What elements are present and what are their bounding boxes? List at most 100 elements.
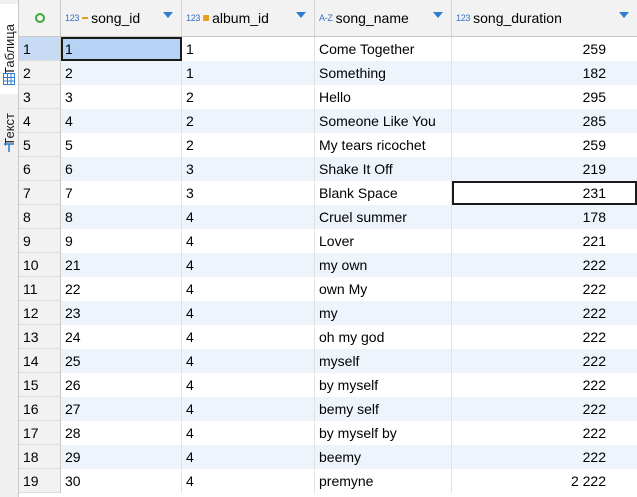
cell-song-duration[interactable]: 222 — [452, 349, 637, 373]
cell-song-name[interactable]: Cruel summer — [315, 205, 452, 229]
cell-song-id[interactable]: 7 — [61, 181, 182, 205]
cell-album-id[interactable]: 4 — [182, 253, 315, 277]
row-number[interactable]: 16 — [19, 397, 61, 421]
cell-album-id[interactable]: 2 — [182, 109, 315, 133]
table-row[interactable]: 18 29 4 beemy 222 — [19, 445, 637, 469]
cell-song-duration[interactable]: 259 — [452, 37, 637, 61]
cell-song-name[interactable]: Something — [315, 61, 452, 85]
cell-song-id[interactable]: 30 — [61, 469, 182, 493]
column-header-song-id[interactable]: 123 song_id — [61, 0, 182, 36]
column-header-song-name[interactable]: A-Z song_name — [315, 0, 452, 36]
column-header-album-id[interactable]: 123 album_id — [182, 0, 315, 36]
cell-song-name[interactable]: by myself — [315, 373, 452, 397]
cell-song-name[interactable]: My tears ricochet — [315, 133, 452, 157]
cell-song-name[interactable]: by myself by — [315, 421, 452, 445]
row-number[interactable]: 13 — [19, 325, 61, 349]
cell-song-id[interactable]: 29 — [61, 445, 182, 469]
cell-song-id[interactable]: 26 — [61, 373, 182, 397]
sort-filter-icon[interactable] — [619, 12, 629, 18]
cell-song-name[interactable]: Come Together — [315, 37, 452, 61]
cell-song-duration[interactable]: 182 — [452, 61, 637, 85]
table-row[interactable]: 14 25 4 myself 222 — [19, 349, 637, 373]
row-number[interactable]: 17 — [19, 421, 61, 445]
cell-song-id[interactable]: 25 — [61, 349, 182, 373]
table-row[interactable]: 13 24 4 oh my god 222 — [19, 325, 637, 349]
row-number[interactable]: 19 — [19, 469, 61, 493]
cell-song-name[interactable]: premyne — [315, 469, 452, 493]
cell-song-id[interactable]: 24 — [61, 325, 182, 349]
table-row[interactable]: 7 7 3 Blank Space 231 — [19, 181, 637, 205]
cell-song-name[interactable]: own My — [315, 277, 452, 301]
cell-song-name[interactable]: bemy self — [315, 397, 452, 421]
cell-album-id[interactable]: 4 — [182, 205, 315, 229]
cell-song-duration[interactable]: 221 — [452, 229, 637, 253]
cell-song-duration[interactable]: 2 222 — [452, 469, 637, 493]
sort-filter-icon[interactable] — [296, 12, 306, 18]
cell-song-duration[interactable]: 222 — [452, 445, 637, 469]
cell-song-duration[interactable]: 222 — [452, 373, 637, 397]
table-row[interactable]: 19 30 4 premyne 2 222 — [19, 469, 637, 493]
row-number[interactable]: 4 — [19, 109, 61, 133]
table-row[interactable]: 11 22 4 own My 222 — [19, 277, 637, 301]
cell-song-id[interactable]: 5 — [61, 133, 182, 157]
column-header-song-duration[interactable]: 123 song_duration — [452, 0, 637, 36]
cell-song-duration[interactable]: 222 — [452, 277, 637, 301]
table-row[interactable]: 5 5 2 My tears ricochet 259 — [19, 133, 637, 157]
cell-song-duration[interactable]: 222 — [452, 325, 637, 349]
table-row[interactable]: 17 28 4 by myself by 222 — [19, 421, 637, 445]
cell-song-id[interactable]: 6 — [61, 157, 182, 181]
cell-song-id[interactable]: 3 — [61, 85, 182, 109]
cell-song-name[interactable]: Someone Like You — [315, 109, 452, 133]
cell-song-name[interactable]: myself — [315, 349, 452, 373]
row-number[interactable]: 8 — [19, 205, 61, 229]
cell-album-id[interactable]: 2 — [182, 85, 315, 109]
table-row[interactable]: 9 9 4 Lover 221 — [19, 229, 637, 253]
cell-album-id[interactable]: 4 — [182, 445, 315, 469]
cell-album-id[interactable]: 4 — [182, 421, 315, 445]
sort-filter-icon[interactable] — [433, 12, 443, 18]
cell-album-id[interactable]: 4 — [182, 229, 315, 253]
cell-song-duration[interactable]: 219 — [452, 157, 637, 181]
cell-song-name[interactable]: Blank Space — [315, 181, 452, 205]
cell-song-duration[interactable]: 222 — [452, 253, 637, 277]
cell-song-duration[interactable]: 222 — [452, 421, 637, 445]
cell-song-duration[interactable]: 295 — [452, 85, 637, 109]
table-row[interactable]: 6 6 3 Shake It Off 219 — [19, 157, 637, 181]
table-row[interactable]: 10 21 4 my own 222 — [19, 253, 637, 277]
cell-album-id[interactable]: 4 — [182, 349, 315, 373]
cell-song-id[interactable]: 9 — [61, 229, 182, 253]
row-number[interactable]: 18 — [19, 445, 61, 469]
cell-song-duration[interactable]: 222 — [452, 301, 637, 325]
cell-song-duration[interactable]: 259 — [452, 133, 637, 157]
table-row[interactable]: 16 27 4 bemy self 222 — [19, 397, 637, 421]
cell-album-id[interactable]: 4 — [182, 469, 315, 493]
row-number[interactable]: 15 — [19, 373, 61, 397]
cell-song-duration[interactable]: 178 — [452, 205, 637, 229]
cell-album-id[interactable]: 1 — [182, 37, 315, 61]
cell-song-name[interactable]: Lover — [315, 229, 452, 253]
table-row[interactable]: 8 8 4 Cruel summer 178 — [19, 205, 637, 229]
row-number[interactable]: 14 — [19, 349, 61, 373]
cell-album-id[interactable]: 2 — [182, 133, 315, 157]
select-all-corner[interactable] — [19, 0, 61, 36]
cell-song-id[interactable]: 8 — [61, 205, 182, 229]
cell-album-id[interactable]: 4 — [182, 301, 315, 325]
table-row[interactable]: 3 3 2 Hello 295 — [19, 85, 637, 109]
cell-song-duration[interactable]: 231 — [452, 181, 637, 205]
cell-song-name[interactable]: beemy — [315, 445, 452, 469]
cell-album-id[interactable]: 3 — [182, 157, 315, 181]
table-row[interactable]: 4 4 2 Someone Like You 285 — [19, 109, 637, 133]
cell-song-duration[interactable]: 285 — [452, 109, 637, 133]
cell-song-id[interactable]: 27 — [61, 397, 182, 421]
cell-song-id[interactable]: 1 — [61, 37, 182, 61]
row-number[interactable]: 7 — [19, 181, 61, 205]
row-number[interactable]: 11 — [19, 277, 61, 301]
cell-album-id[interactable]: 1 — [182, 61, 315, 85]
cell-song-id[interactable]: 28 — [61, 421, 182, 445]
row-number[interactable]: 5 — [19, 133, 61, 157]
cell-song-name[interactable]: my — [315, 301, 452, 325]
cell-song-name[interactable]: my own — [315, 253, 452, 277]
row-number[interactable]: 10 — [19, 253, 61, 277]
cell-song-name[interactable]: Shake It Off — [315, 157, 452, 181]
cell-album-id[interactable]: 4 — [182, 373, 315, 397]
